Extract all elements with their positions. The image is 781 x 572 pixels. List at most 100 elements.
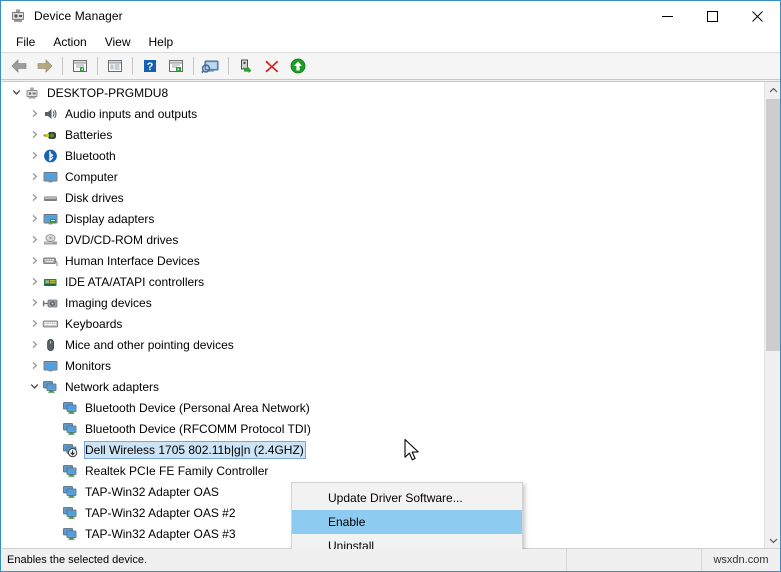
tree-item-disk-drives[interactable]: Disk drives bbox=[2, 187, 764, 208]
menu-view[interactable]: View bbox=[96, 32, 140, 52]
ide-controller-icon bbox=[42, 274, 59, 290]
tree-item-ide-ata-atapi-controllers[interactable]: IDE ATA/ATAPI controllers bbox=[2, 271, 764, 292]
network-adapter-icon bbox=[62, 421, 79, 437]
tree-device-realtek-pcie-fe[interactable]: Realtek PCIe FE Family Controller bbox=[2, 460, 764, 481]
chevron-right-icon[interactable] bbox=[26, 187, 42, 208]
scroll-up-button[interactable] bbox=[765, 82, 780, 99]
toolbar-separator-1 bbox=[62, 57, 63, 75]
monitor-icon bbox=[42, 358, 59, 374]
device-tree[interactable]: DESKTOP-PRGMDU8 Audio inputs and outputs bbox=[2, 82, 764, 549]
tree-item-dvd-cd-rom-drives[interactable]: DVD/CD-ROM drives bbox=[2, 229, 764, 250]
tree-item-bluetooth[interactable]: Bluetooth bbox=[2, 145, 764, 166]
tree-device-label: Bluetooth Device (RFCOMM Protocol TDI) bbox=[85, 421, 311, 436]
chevron-right-icon[interactable] bbox=[26, 250, 42, 271]
tree-item-label: Computer bbox=[65, 169, 118, 184]
show-hide-console-tree-button[interactable] bbox=[67, 54, 93, 78]
hid-icon bbox=[42, 253, 59, 269]
scroll-down-button[interactable] bbox=[765, 532, 780, 549]
tree-item-label: Network adapters bbox=[65, 379, 160, 394]
tree-item-monitors[interactable]: Monitors bbox=[2, 355, 764, 376]
context-menu-item-uninstall[interactable]: Uninstall bbox=[292, 534, 522, 549]
tree-device-label: TAP-Win32 Adapter OAS #2 bbox=[85, 505, 236, 520]
disk-drive-icon bbox=[42, 190, 59, 206]
scan-for-hardware-changes-button[interactable] bbox=[198, 54, 224, 78]
network-adapter-icon bbox=[62, 526, 79, 542]
chevron-down-icon[interactable] bbox=[26, 376, 42, 397]
device-manager-icon bbox=[10, 8, 26, 24]
dvd-drive-icon bbox=[42, 232, 59, 248]
tree-item-label: Display adapters bbox=[65, 211, 155, 226]
network-adapter-icon bbox=[42, 379, 59, 395]
display-adapter-icon bbox=[42, 211, 59, 227]
tree-device-bluetooth-pan[interactable]: Bluetooth Device (Personal Area Network) bbox=[2, 397, 764, 418]
chevron-right-icon[interactable] bbox=[26, 355, 42, 376]
minimize-button[interactable] bbox=[645, 1, 690, 31]
status-message: Enables the selected device. bbox=[2, 548, 567, 571]
context-menu-item-enable[interactable]: Enable bbox=[292, 510, 522, 534]
back-button[interactable] bbox=[6, 54, 32, 78]
bluetooth-icon bbox=[42, 148, 59, 164]
toolbar-separator-5 bbox=[228, 57, 229, 75]
status-panel-secondary bbox=[567, 548, 702, 571]
maximize-button[interactable] bbox=[690, 1, 735, 31]
help-button[interactable]: ? bbox=[137, 54, 163, 78]
tree-device-dell-wireless-1705[interactable]: Dell Wireless 1705 802.11b|g|n (2.4GHZ) bbox=[2, 439, 764, 460]
tree-item-computer[interactable]: Computer bbox=[2, 166, 764, 187]
tree-item-keyboards[interactable]: Keyboards bbox=[2, 313, 764, 334]
status-bar: Enables the selected device. wsxdn.com bbox=[2, 548, 780, 571]
tree-device-label: TAP-Win32 Adapter OAS bbox=[85, 484, 219, 499]
chevron-right-icon[interactable] bbox=[26, 334, 42, 355]
disable-device-button[interactable] bbox=[259, 54, 285, 78]
network-adapter-icon bbox=[62, 484, 79, 500]
menu-help[interactable]: Help bbox=[140, 32, 183, 52]
chevron-right-icon[interactable] bbox=[26, 145, 42, 166]
mouse-icon bbox=[42, 337, 59, 353]
tree-device-bluetooth-rfcomm[interactable]: Bluetooth Device (RFCOMM Protocol TDI) bbox=[2, 418, 764, 439]
network-adapter-icon bbox=[62, 505, 79, 521]
keyboard-icon bbox=[42, 316, 59, 332]
vertical-scrollbar[interactable] bbox=[764, 82, 780, 549]
tree-item-label: Disk drives bbox=[65, 190, 124, 205]
tree-item-imaging-devices[interactable]: Imaging devices bbox=[2, 292, 764, 313]
imaging-device-icon bbox=[42, 295, 59, 311]
update-driver-button[interactable] bbox=[233, 54, 259, 78]
svg-text:?: ? bbox=[147, 61, 154, 73]
tree-item-network-adapters[interactable]: Network adapters bbox=[2, 376, 764, 397]
chevron-right-icon[interactable] bbox=[26, 208, 42, 229]
enable-device-button[interactable] bbox=[285, 54, 311, 78]
chevron-right-icon[interactable] bbox=[26, 313, 42, 334]
tree-device-label: TAP-Win32 Adapter OAS #3 bbox=[85, 526, 236, 541]
scrollbar-thumb[interactable] bbox=[766, 99, 780, 351]
toolbar-separator-4 bbox=[193, 57, 194, 75]
chevron-right-icon[interactable] bbox=[26, 292, 42, 313]
chevron-right-icon[interactable] bbox=[26, 103, 42, 124]
properties-button[interactable] bbox=[102, 54, 128, 78]
tree-item-label: Mice and other pointing devices bbox=[65, 337, 234, 352]
chevron-down-icon[interactable] bbox=[8, 82, 24, 103]
device-manager-window: Device Manager File Action View Help ? D… bbox=[0, 0, 781, 572]
chevron-right-icon[interactable] bbox=[26, 229, 42, 250]
forward-button[interactable] bbox=[32, 54, 58, 78]
toolbar: ? bbox=[1, 53, 780, 80]
chevron-right-icon[interactable] bbox=[26, 124, 42, 145]
menu-bar: File Action View Help bbox=[1, 31, 780, 53]
network-adapter-icon bbox=[62, 463, 79, 479]
tree-root-desktop[interactable]: DESKTOP-PRGMDU8 bbox=[2, 82, 764, 103]
context-menu-item-update-driver-software[interactable]: Update Driver Software... bbox=[292, 486, 522, 510]
tree-item-label: IDE ATA/ATAPI controllers bbox=[65, 274, 205, 289]
toolbar-separator-3 bbox=[132, 57, 133, 75]
close-button[interactable] bbox=[735, 1, 780, 31]
chevron-right-icon[interactable] bbox=[26, 271, 42, 292]
menu-action[interactable]: Action bbox=[44, 32, 95, 52]
tree-item-display-adapters[interactable]: Display adapters bbox=[2, 208, 764, 229]
action-menu-button[interactable] bbox=[163, 54, 189, 78]
tree-item-mice-and-other-pointing-devices[interactable]: Mice and other pointing devices bbox=[2, 334, 764, 355]
chevron-right-icon[interactable] bbox=[26, 166, 42, 187]
tree-item-audio-inputs-and-outputs[interactable]: Audio inputs and outputs bbox=[2, 103, 764, 124]
menu-file[interactable]: File bbox=[7, 32, 44, 52]
watermark-label: wsxdn.com bbox=[713, 553, 769, 566]
tree-item-batteries[interactable]: Batteries bbox=[2, 124, 764, 145]
device-tree-pane: DESKTOP-PRGMDU8 Audio inputs and outputs bbox=[2, 81, 780, 549]
tree-item-label: DVD/CD-ROM drives bbox=[65, 232, 179, 247]
tree-item-human-interface-devices[interactable]: Human Interface Devices bbox=[2, 250, 764, 271]
